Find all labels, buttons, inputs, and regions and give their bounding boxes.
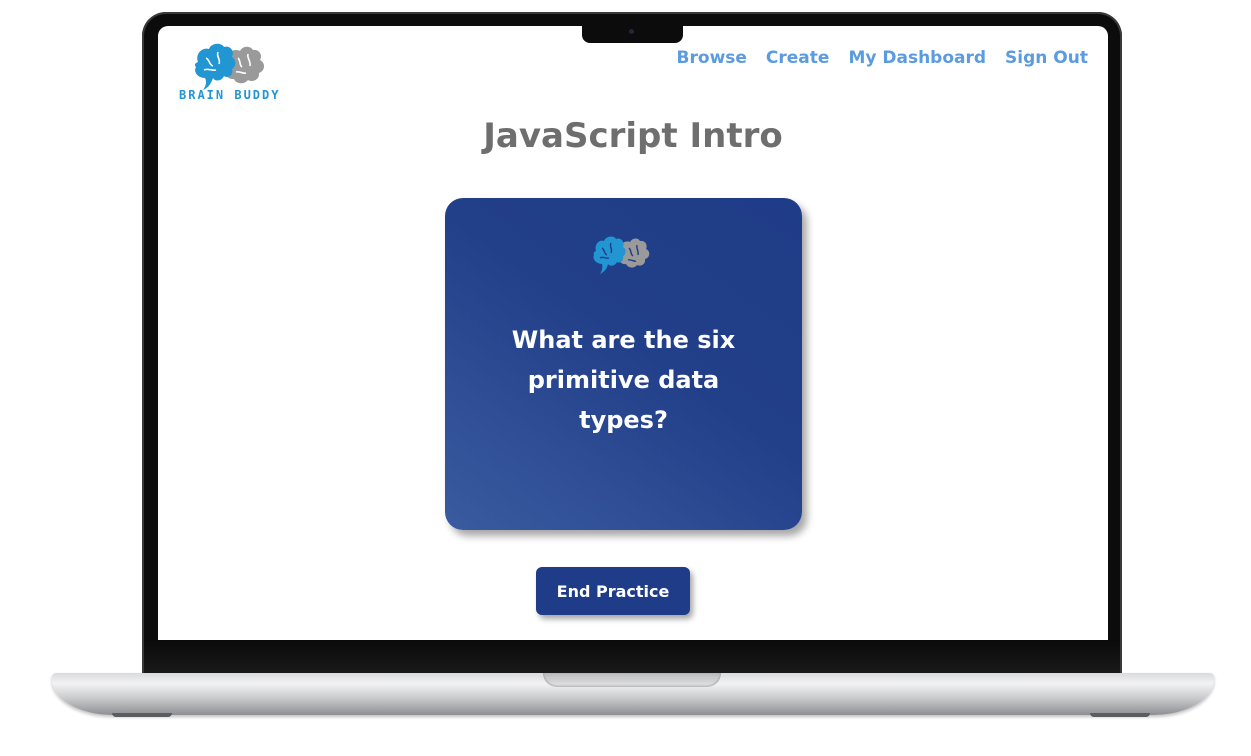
flashcard-brain-icon (590, 231, 656, 283)
laptop-foot-left (112, 713, 172, 717)
laptop-hinge-notch (543, 673, 721, 687)
nav-create[interactable]: Create (766, 48, 830, 68)
camera-notch (582, 26, 683, 43)
end-practice-button[interactable]: End Practice (536, 567, 690, 615)
app-screen: Brain Buddy Browse Create My Dashboard S… (158, 26, 1108, 640)
page-title: JavaScript Intro (483, 116, 783, 156)
nav-my-dashboard[interactable]: My Dashboard (848, 48, 986, 68)
laptop-foot-right (1090, 713, 1150, 717)
flashcard[interactable]: What are the six primitive data types? (445, 198, 802, 530)
nav-sign-out[interactable]: Sign Out (1005, 48, 1088, 68)
camera-icon (629, 29, 634, 34)
brain-icon (194, 43, 265, 90)
nav-browse[interactable]: Browse (677, 48, 747, 68)
main-nav: Browse Create My Dashboard Sign Out (658, 48, 1088, 68)
laptop-mockup: Brain Buddy Browse Create My Dashboard S… (0, 0, 1251, 756)
brand-name: Brain Buddy (179, 88, 281, 102)
laptop-bottom-bezel (144, 640, 1120, 674)
flashcard-question: What are the six primitive data types? (511, 326, 736, 434)
